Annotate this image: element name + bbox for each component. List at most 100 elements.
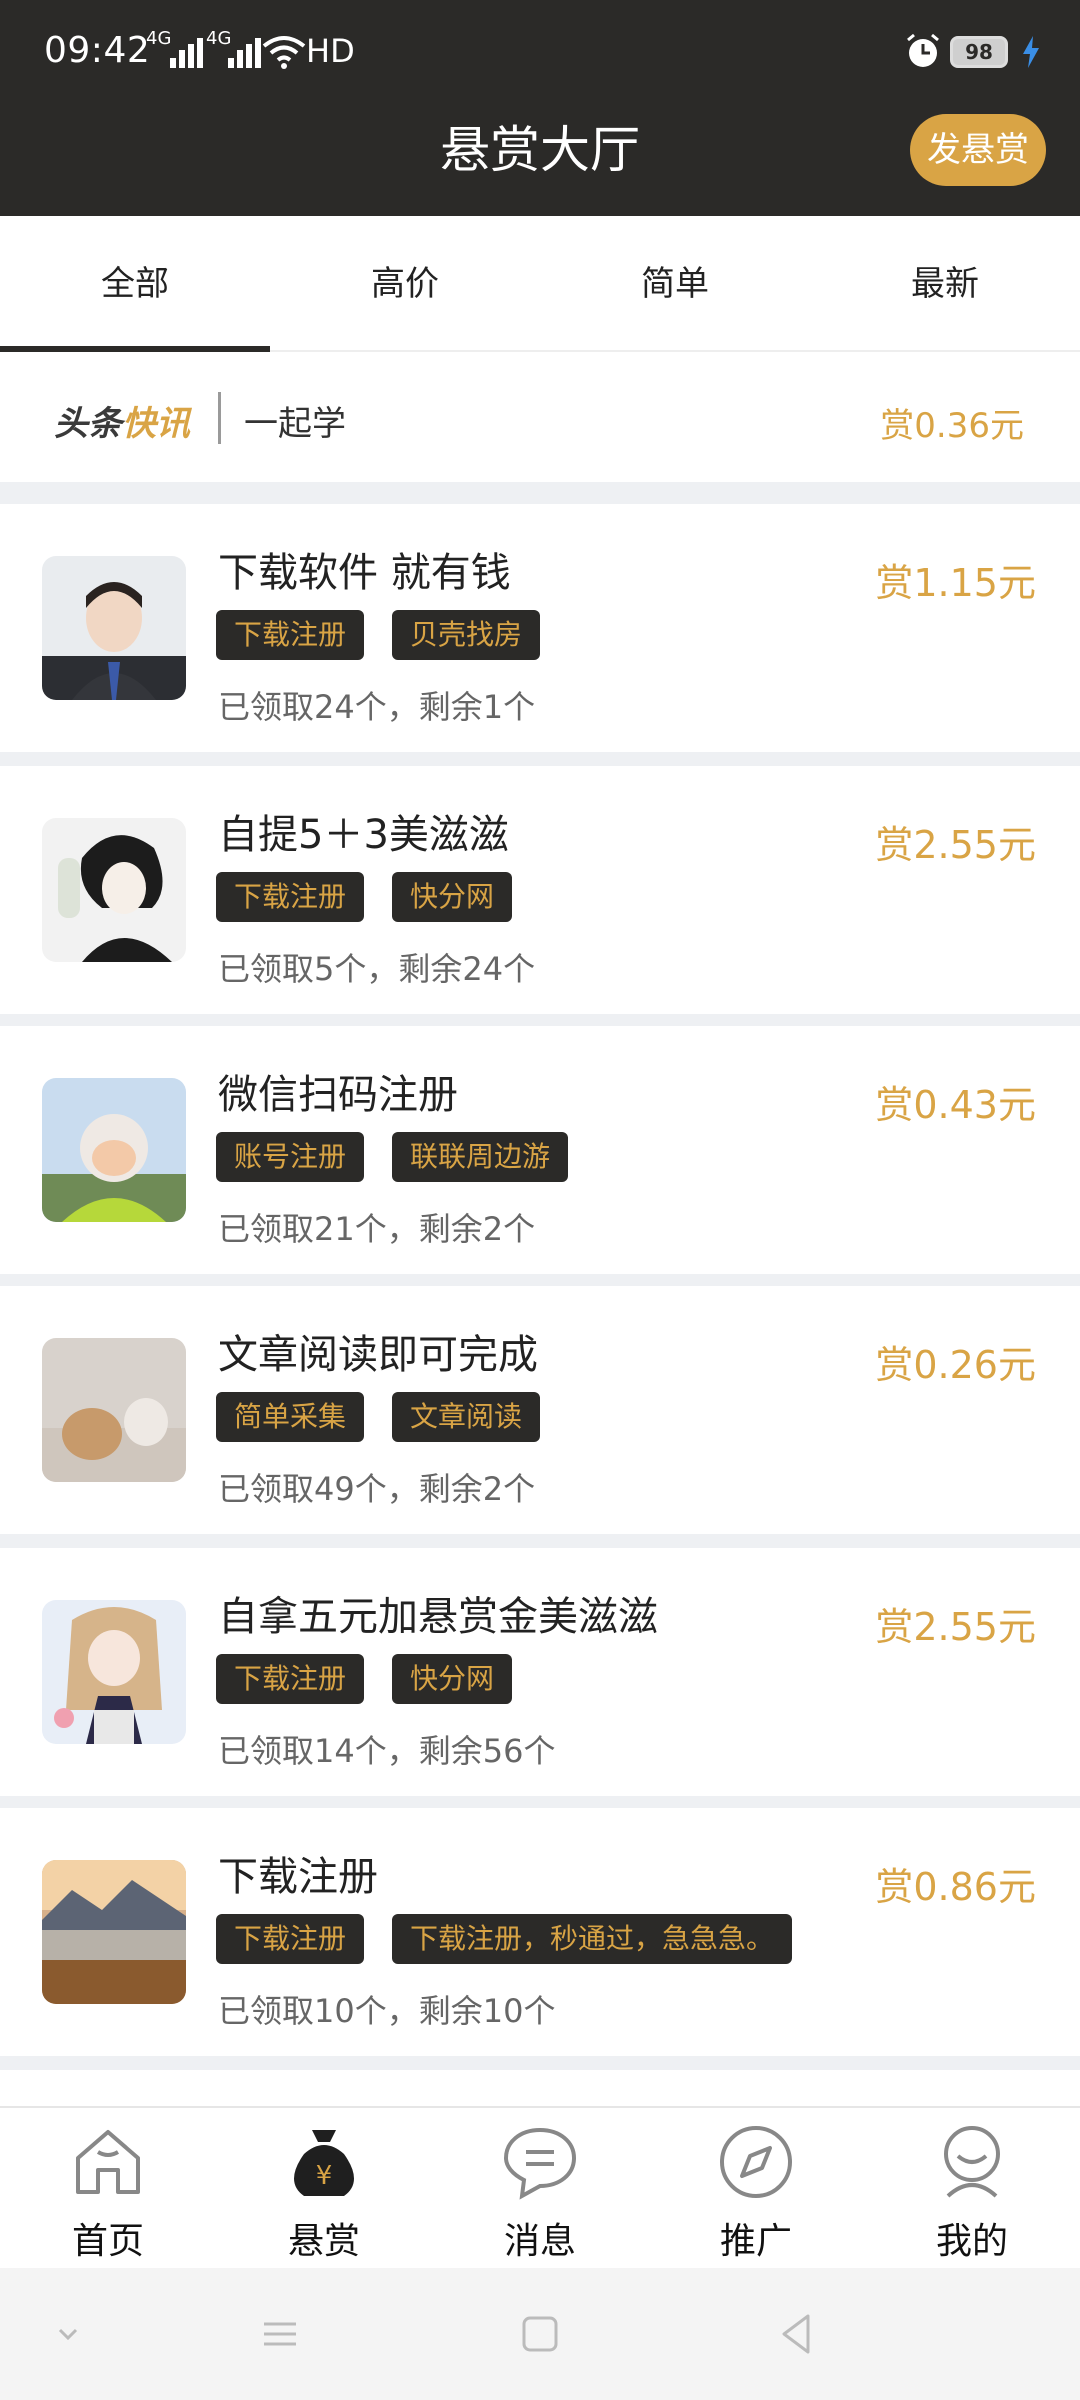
task-title: 文章阅读即可完成 bbox=[218, 1332, 538, 1378]
task-card[interactable]: 自提5＋3美滋滋 下载注册 快分网 已领取5个，剩余24个 赏2.55元 bbox=[0, 766, 1080, 1014]
task-progress: 已领取5个，剩余24个 bbox=[218, 950, 536, 988]
task-reward: 赏0.43元 bbox=[875, 1083, 1036, 1127]
status-bar: 09:42 4G 4G HD 98 bbox=[0, 0, 1080, 108]
task-tags: 账号注册 联联周边游 bbox=[216, 1132, 569, 1182]
money-bag-icon: ¥ bbox=[294, 2130, 354, 2196]
hd-indicator: HD bbox=[306, 32, 355, 70]
task-title: 微信扫码注册 bbox=[218, 1072, 458, 1118]
task-tags: 下载注册 快分网 bbox=[216, 1654, 513, 1704]
avatar bbox=[42, 1338, 186, 1482]
section-separator bbox=[0, 1534, 1080, 1548]
section-separator bbox=[0, 1014, 1080, 1026]
system-nav-bar bbox=[0, 2268, 1080, 2400]
task-tags: 下载注册 快分网 bbox=[216, 872, 513, 922]
task-tag: 账号注册 bbox=[216, 1132, 365, 1182]
nav-label-promote: 推广 bbox=[719, 2221, 792, 2262]
task-tag: 下载注册 bbox=[216, 1914, 365, 1964]
section-separator bbox=[0, 752, 1080, 766]
tab-simple[interactable]: 简单 bbox=[540, 216, 810, 350]
task-tags: 简单采集 文章阅读 bbox=[216, 1392, 541, 1442]
nav-home[interactable]: 首页 bbox=[0, 2108, 216, 2268]
signal-icon bbox=[170, 36, 203, 68]
section-separator bbox=[0, 1274, 1080, 1286]
task-progress: 已领取49个，剩余2个 bbox=[218, 1470, 536, 1508]
tab-all[interactable]: 全部 bbox=[0, 216, 270, 352]
task-tag: 下载注册 bbox=[216, 872, 365, 922]
task-title: 自提5＋3美滋滋 bbox=[218, 812, 509, 858]
task-card[interactable]: 微信扫码注册 账号注册 联联周边游 已领取21个，剩余2个 赏0.43元 bbox=[0, 1026, 1080, 1274]
section-separator bbox=[0, 1796, 1080, 1808]
home-square-icon[interactable] bbox=[510, 2304, 570, 2364]
compass-icon bbox=[720, 2126, 792, 2198]
task-reward: 赏2.55元 bbox=[875, 1605, 1036, 1649]
nav-label-profile: 我的 bbox=[935, 2221, 1008, 2262]
tab-newest[interactable]: 最新 bbox=[810, 216, 1080, 350]
task-reward: 赏1.15元 bbox=[875, 561, 1036, 605]
task-card[interactable]: 下载软件 就有钱 下载注册 贝壳找房 已领取24个，剩余1个 赏1.15元 bbox=[0, 504, 1080, 752]
task-tags: 下载注册 下载注册，秒通过，急急急。 bbox=[216, 1914, 793, 1964]
nav-label-home: 首页 bbox=[71, 2221, 144, 2262]
news-brand-part1: 头条 bbox=[54, 404, 122, 444]
avatar bbox=[42, 1078, 186, 1222]
news-divider bbox=[218, 392, 221, 444]
news-reward: 赏0.36元 bbox=[880, 406, 1024, 446]
news-brand: 头条快讯 bbox=[54, 396, 190, 445]
nav-label-messages: 消息 bbox=[503, 2221, 576, 2262]
task-card[interactable]: 文章阅读即可完成 简单采集 文章阅读 已领取49个，剩余2个 赏0.26元 bbox=[0, 1286, 1080, 1534]
bottom-nav: 首页 ¥ 悬赏 消息 推广 我的 bbox=[0, 2106, 1080, 2268]
task-progress: 已领取24个，剩余1个 bbox=[218, 688, 536, 726]
profile-icon bbox=[944, 2126, 1000, 2198]
task-tag: 快分网 bbox=[392, 872, 513, 922]
home-icon bbox=[76, 2130, 140, 2194]
task-reward: 赏2.55元 bbox=[875, 823, 1036, 867]
filter-tabs: 全部 高价 简单 最新 bbox=[0, 216, 1080, 352]
signal-4g-label: 4G bbox=[146, 28, 172, 49]
news-strip[interactable]: 头条快讯 一起学 赏0.36元 bbox=[0, 352, 1080, 482]
task-reward: 赏0.26元 bbox=[875, 1343, 1036, 1387]
task-reward: 赏0.86元 bbox=[875, 1865, 1036, 1909]
avatar bbox=[42, 818, 186, 962]
news-text: 一起学 bbox=[244, 404, 346, 444]
tab-high-price[interactable]: 高价 bbox=[270, 216, 540, 350]
avatar bbox=[42, 1600, 186, 1744]
chevron-down-icon[interactable] bbox=[38, 2304, 98, 2364]
task-title: 下载软件 就有钱 bbox=[218, 550, 511, 596]
task-progress: 已领取14个，剩余56个 bbox=[218, 1732, 556, 1770]
alarm-icon bbox=[907, 33, 939, 67]
task-tag: 下载注册 bbox=[216, 610, 365, 660]
signal-icon-2 bbox=[228, 36, 261, 68]
task-tag: 简单采集 bbox=[216, 1392, 365, 1442]
section-separator bbox=[0, 2056, 1080, 2070]
section-separator bbox=[0, 482, 1080, 504]
nav-profile[interactable]: 我的 bbox=[864, 2108, 1080, 2268]
task-tag: 贝壳找房 bbox=[392, 610, 541, 660]
menu-icon[interactable] bbox=[250, 2304, 310, 2364]
task-tag: 联联周边游 bbox=[392, 1132, 569, 1182]
wifi-icon bbox=[262, 36, 306, 69]
task-card[interactable]: 下载注册 下载注册 下载注册，秒通过，急急急。 已领取10个，剩余10个 赏0.… bbox=[0, 1808, 1080, 2056]
status-time: 09:42 bbox=[44, 30, 151, 71]
chat-icon bbox=[503, 2127, 577, 2200]
task-title: 下载注册 bbox=[218, 1854, 378, 1900]
task-card-partial[interactable] bbox=[0, 2070, 1080, 2106]
nav-label-bounty: 悬赏 bbox=[287, 2221, 360, 2262]
task-tag: 下载注册 bbox=[216, 1654, 365, 1704]
task-tag: 文章阅读 bbox=[392, 1392, 541, 1442]
charging-icon bbox=[1023, 36, 1039, 68]
battery-indicator: 98 bbox=[950, 36, 1008, 68]
back-triangle-icon[interactable] bbox=[766, 2304, 826, 2364]
nav-messages[interactable]: 消息 bbox=[432, 2108, 648, 2268]
task-progress: 已领取10个，剩余10个 bbox=[218, 1992, 556, 2030]
top-header: 09:42 4G 4G HD 98 悬赏大厅 发悬赏 bbox=[0, 0, 1080, 216]
post-bounty-button[interactable]: 发悬赏 bbox=[910, 114, 1046, 186]
task-progress: 已领取21个，剩余2个 bbox=[218, 1210, 536, 1248]
nav-promote[interactable]: 推广 bbox=[648, 2108, 864, 2268]
svg-text:¥: ¥ bbox=[316, 2161, 333, 2191]
avatar bbox=[42, 556, 186, 700]
news-brand-part2: 快讯 bbox=[122, 404, 190, 444]
task-card[interactable]: 自拿五元加悬赏金美滋滋 下载注册 快分网 已领取14个，剩余56个 赏2.55元 bbox=[0, 1548, 1080, 1796]
task-title: 自拿五元加悬赏金美滋滋 bbox=[218, 1594, 658, 1640]
task-tag: 快分网 bbox=[392, 1654, 513, 1704]
task-tags: 下载注册 贝壳找房 bbox=[216, 610, 541, 660]
nav-bounty[interactable]: ¥ 悬赏 bbox=[216, 2108, 432, 2268]
